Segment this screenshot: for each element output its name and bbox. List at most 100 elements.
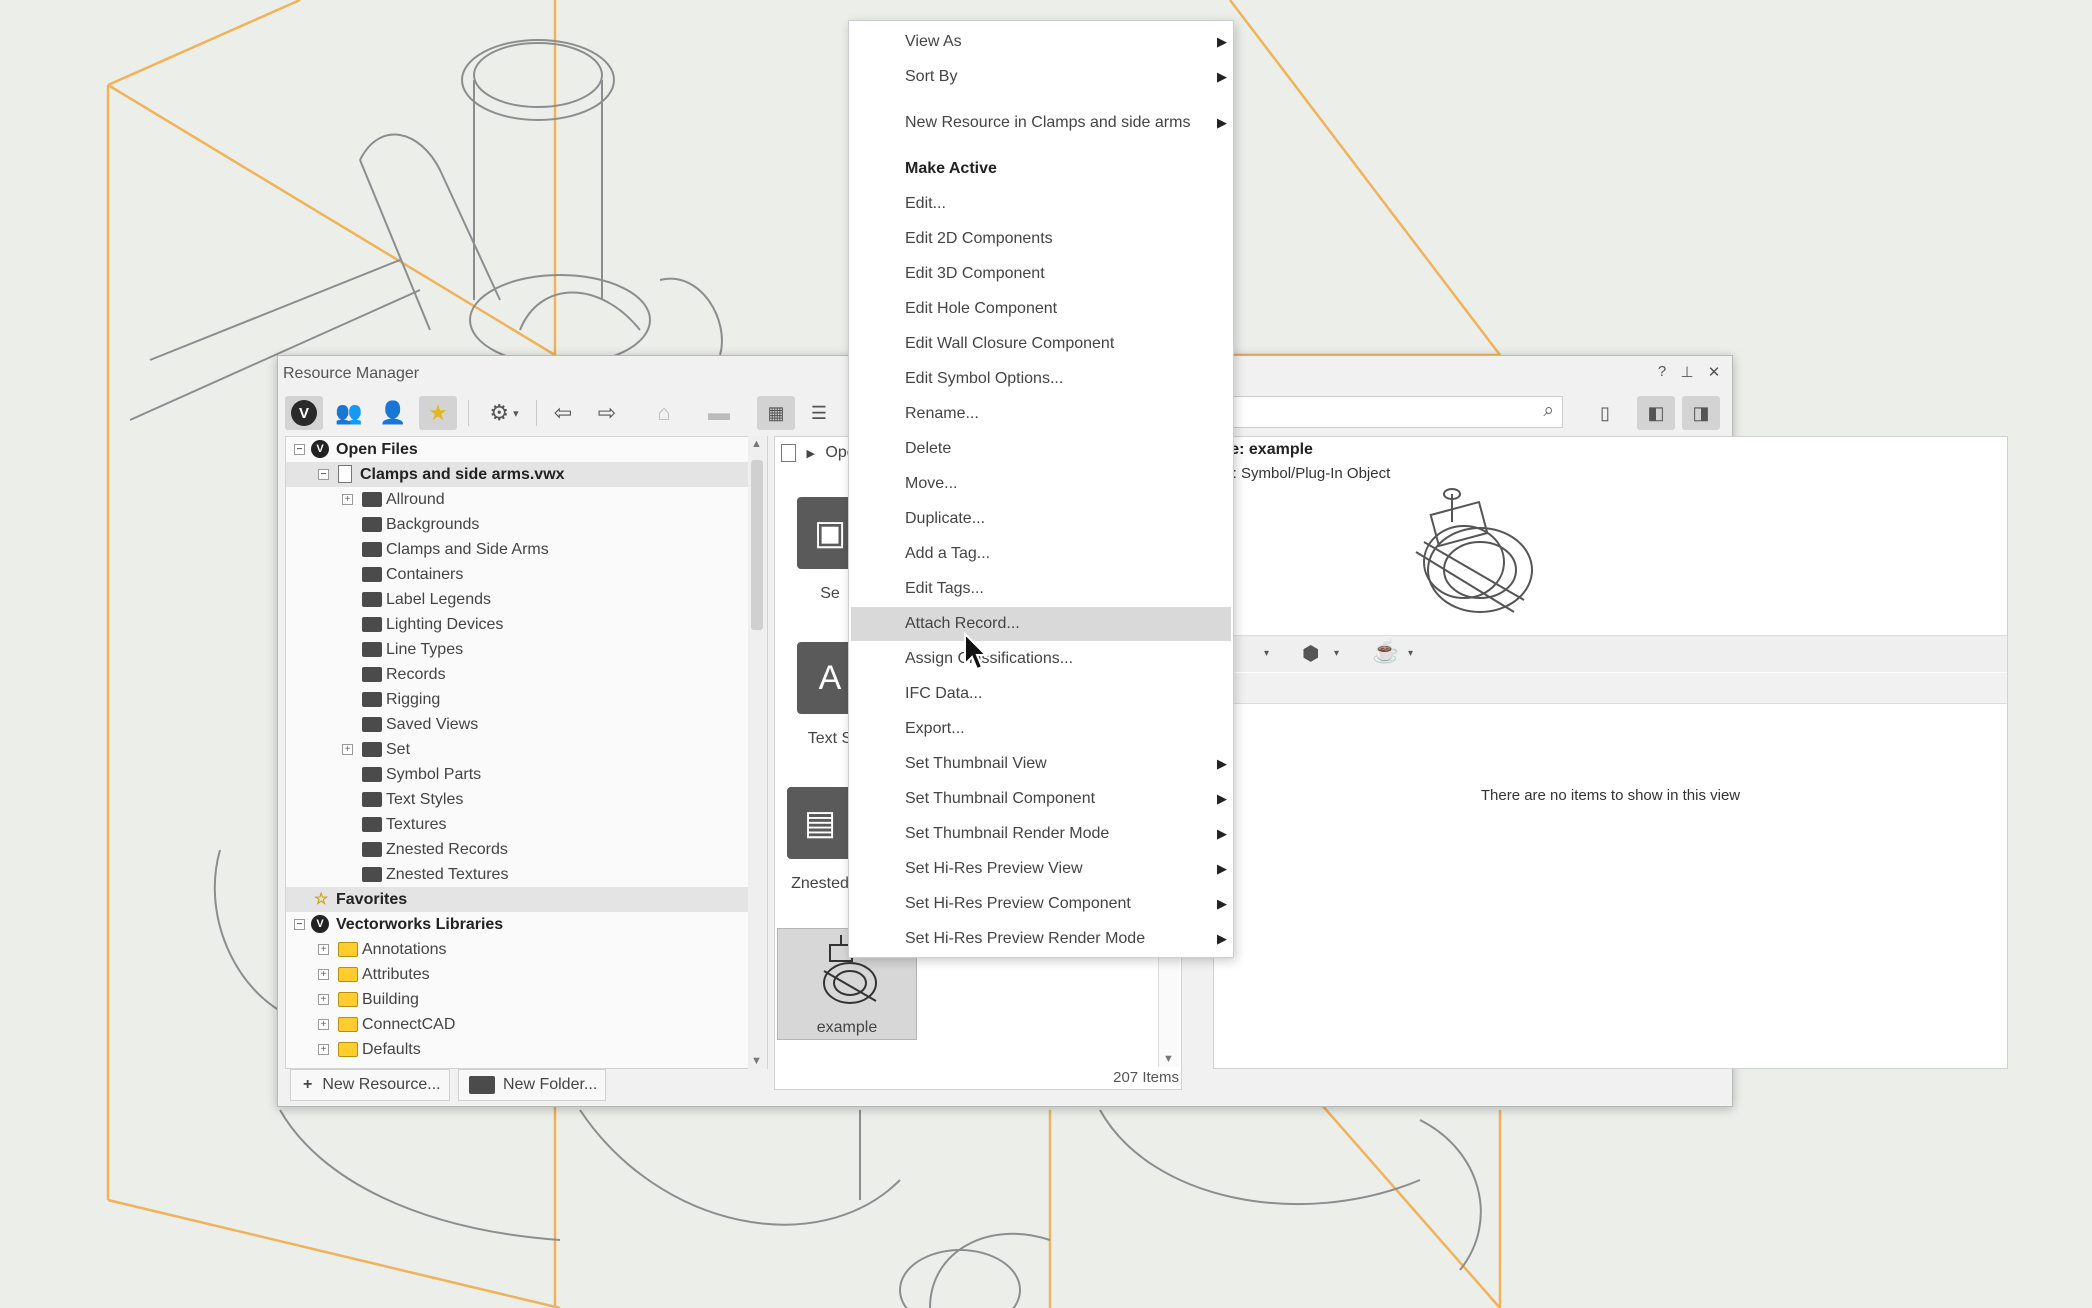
- expand-icon[interactable]: +: [318, 969, 329, 980]
- vectorworks-logo-icon: V: [291, 400, 317, 426]
- forward-button[interactable]: ⇨: [588, 396, 626, 430]
- chevron-down-icon[interactable]: ▾: [1408, 648, 1413, 659]
- tree-item-folder[interactable]: Containers: [286, 562, 757, 587]
- settings-menu-button[interactable]: ⚙ ▾: [476, 396, 532, 430]
- tree-item-folder[interactable]: Znested Textures: [286, 862, 757, 887]
- collapse-icon[interactable]: −: [294, 919, 305, 930]
- menu-item-set-thumbnail-view[interactable]: Set Thumbnail View ▶: [851, 747, 1231, 781]
- tree-item-folder[interactable]: Rigging: [286, 687, 757, 712]
- menu-item-duplicate[interactable]: Duplicate...: [851, 502, 1231, 536]
- tree-item-folder[interactable]: Lighting Devices: [286, 612, 757, 637]
- tree-item-folder[interactable]: Clamps and Side Arms: [286, 537, 757, 562]
- back-button[interactable]: ⇦: [544, 396, 582, 430]
- search-icon[interactable]: ⌕: [1543, 400, 1554, 422]
- menu-item-edit-2d[interactable]: Edit 2D Components: [851, 222, 1231, 256]
- menu-item-assign-classifications[interactable]: Assign Classifications...: [851, 642, 1231, 676]
- tree-scrollbar[interactable]: ▲ ▼: [748, 436, 768, 1069]
- scroll-up-icon[interactable]: ▲: [751, 438, 762, 450]
- scroll-down-icon[interactable]: ▼: [1163, 1053, 1174, 1065]
- tree-item-folder[interactable]: Text Styles: [286, 787, 757, 812]
- submenu-arrow-icon: ▶: [1217, 69, 1227, 84]
- new-folder-button[interactable]: New Folder...: [458, 1069, 606, 1101]
- favorites-button[interactable]: ★: [419, 396, 457, 430]
- tree-item-folder[interactable]: Znested Records: [286, 837, 757, 862]
- tree-item-library-folder[interactable]: + Annotations: [286, 937, 757, 962]
- menu-item-attach-record[interactable]: Attach Record...: [851, 607, 1231, 641]
- folder-icon: [362, 767, 382, 782]
- vectorworks-libraries-button[interactable]: V: [285, 396, 323, 430]
- menu-label: Edit Hole Component: [905, 300, 1058, 317]
- menu-item-set-hires-render-mode[interactable]: Set Hi-Res Preview Render Mode ▶: [851, 922, 1231, 956]
- expand-icon[interactable]: +: [318, 1019, 329, 1030]
- user-resources-button[interactable]: 👤: [374, 396, 412, 430]
- menu-item-set-thumbnail-render-mode[interactable]: Set Thumbnail Render Mode ▶: [851, 817, 1231, 851]
- menu-item-view-as[interactable]: View As ▶: [851, 25, 1231, 59]
- menu-item-delete[interactable]: Delete: [851, 432, 1231, 466]
- preview-pane-button[interactable]: ▯: [1586, 396, 1624, 430]
- layout-left-button[interactable]: ◧: [1637, 396, 1675, 430]
- tree-item-folder[interactable]: + Set: [286, 737, 757, 762]
- menu-label: IFC Data...: [905, 685, 983, 702]
- menu-item-set-hires-view[interactable]: Set Hi-Res Preview View ▶: [851, 852, 1231, 886]
- menu-item-add-tag[interactable]: Add a Tag...: [851, 537, 1231, 571]
- list-view-button[interactable]: ☰: [800, 396, 838, 430]
- menu-item-edit[interactable]: Edit...: [851, 187, 1231, 221]
- scroll-down-icon[interactable]: ▼: [751, 1055, 762, 1067]
- close-button[interactable]: ✕: [1704, 363, 1724, 381]
- expand-icon[interactable]: +: [318, 994, 329, 1005]
- menu-item-edit-tags[interactable]: Edit Tags...: [851, 572, 1231, 606]
- chevron-down-icon[interactable]: ▾: [1264, 648, 1269, 659]
- new-resource-button[interactable]: + New Resource...: [290, 1069, 450, 1101]
- tree-item-folder[interactable]: + Allround: [286, 487, 757, 512]
- tree-item-folder[interactable]: Saved Views: [286, 712, 757, 737]
- folder-icon: [362, 842, 382, 857]
- search-input[interactable]: [1234, 397, 1522, 427]
- tree-item-folder[interactable]: Line Types: [286, 637, 757, 662]
- scrollbar-thumb[interactable]: [751, 460, 763, 630]
- tree-item-library-folder[interactable]: + ConnectCAD: [286, 1012, 757, 1037]
- tree-item-folder[interactable]: Records: [286, 662, 757, 687]
- menu-label: Set Hi-Res Preview View: [905, 860, 1083, 877]
- menu-item-move[interactable]: Move...: [851, 467, 1231, 501]
- collapse-icon[interactable]: −: [294, 444, 305, 455]
- tree-item-file[interactable]: − Clamps and side arms.vwx: [286, 462, 757, 487]
- menu-item-make-active[interactable]: Make Active: [851, 152, 1231, 186]
- menu-item-export[interactable]: Export...: [851, 712, 1231, 746]
- thumbnail-view-button[interactable]: ▦: [757, 396, 795, 430]
- home-button[interactable]: ⌂: [645, 396, 683, 430]
- tree-item-folder[interactable]: Backgrounds: [286, 512, 757, 537]
- menu-item-edit-symbol-options[interactable]: Edit Symbol Options...: [851, 362, 1231, 396]
- menu-item-edit-3d[interactable]: Edit 3D Component: [851, 257, 1231, 291]
- tree-item-library-folder[interactable]: + Attributes: [286, 962, 757, 987]
- tree-item-library-folder[interactable]: + Defaults: [286, 1037, 757, 1062]
- menu-item-set-hires-component[interactable]: Set Hi-Res Preview Component ▶: [851, 887, 1231, 921]
- tree-item-open-files[interactable]: − V Open Files: [286, 437, 757, 462]
- tree-item-folder[interactable]: Label Legends: [286, 587, 757, 612]
- render-mode-icon[interactable]: ☕: [1372, 639, 1399, 665]
- menu-item-sort-by[interactable]: Sort By ▶: [851, 60, 1231, 94]
- component-icon[interactable]: ⬢: [1302, 641, 1319, 666]
- shared-resources-button[interactable]: 👥: [330, 396, 368, 430]
- tree-item-folder[interactable]: Textures: [286, 812, 757, 837]
- tree-item-library-folder[interactable]: + Building: [286, 987, 757, 1012]
- expand-icon[interactable]: +: [318, 944, 329, 955]
- help-button[interactable]: ?: [1652, 363, 1672, 380]
- tree-item-folder[interactable]: Symbol Parts: [286, 762, 757, 787]
- menu-item-new-resource-in[interactable]: New Resource in Clamps and side arms ▶: [851, 106, 1231, 140]
- tree-item-favorites[interactable]: ☆ Favorites: [286, 887, 757, 912]
- expand-icon[interactable]: +: [342, 744, 353, 755]
- collapse-icon[interactable]: −: [318, 469, 329, 480]
- tree-label: Attributes: [362, 966, 430, 983]
- menu-item-edit-wall-closure[interactable]: Edit Wall Closure Component: [851, 327, 1231, 361]
- pin-button[interactable]: ⊥: [1677, 363, 1697, 381]
- tree-item-vectorworks-libraries[interactable]: − V Vectorworks Libraries: [286, 912, 757, 937]
- menu-item-rename[interactable]: Rename...: [851, 397, 1231, 431]
- chevron-down-icon[interactable]: ▾: [1334, 648, 1339, 659]
- expand-icon[interactable]: +: [318, 1044, 329, 1055]
- menu-item-ifc-data[interactable]: IFC Data...: [851, 677, 1231, 711]
- layout-right-button[interactable]: ◨: [1682, 396, 1720, 430]
- menu-item-set-thumbnail-component[interactable]: Set Thumbnail Component ▶: [851, 782, 1231, 816]
- menu-item-edit-hole[interactable]: Edit Hole Component: [851, 292, 1231, 326]
- expand-icon[interactable]: +: [342, 494, 353, 505]
- new-folder-toolbar-button[interactable]: ▬: [700, 396, 738, 430]
